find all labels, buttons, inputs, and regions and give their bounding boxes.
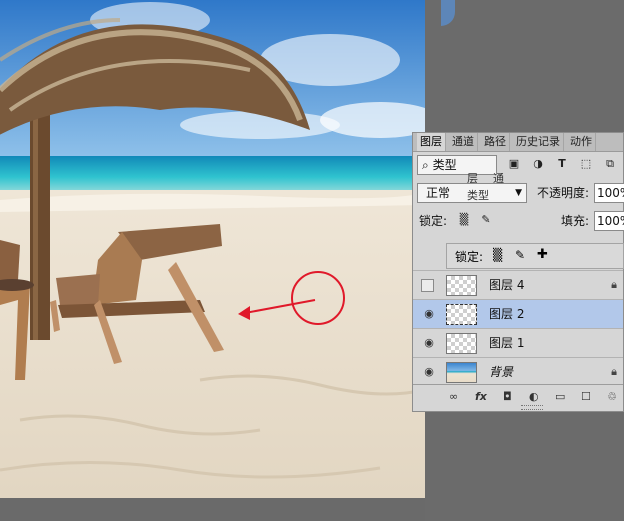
move-icon: ✚ bbox=[537, 247, 548, 262]
layer-row-1[interactable]: ◉ 图层 1 bbox=[413, 328, 623, 357]
panel-tabs: 图层 通道 路径 历史记录 动作 bbox=[413, 133, 623, 152]
lock-label: 锁定: bbox=[419, 214, 448, 228]
tab-channels[interactable]: 通道 bbox=[449, 133, 478, 151]
visibility-toggle-off[interactable] bbox=[421, 279, 434, 292]
fx-icon[interactable]: fx bbox=[475, 390, 487, 404]
opacity-input[interactable]: 100% bbox=[594, 183, 624, 203]
new-layer-icon[interactable]: ☐ bbox=[581, 390, 591, 404]
shape-filter-icon[interactable]: ⬚ bbox=[579, 157, 593, 171]
panel-resize-grip[interactable] bbox=[521, 405, 543, 410]
link-icon[interactable]: ∞ bbox=[449, 390, 458, 404]
tab-history[interactable]: 历史记录 bbox=[513, 133, 564, 151]
trash-icon[interactable]: ♲ bbox=[607, 390, 617, 404]
mask-icon[interactable]: ◘ bbox=[503, 390, 512, 404]
image-filter-icon[interactable]: ▣ bbox=[507, 157, 521, 171]
adjustment-filter-icon[interactable]: ◑ bbox=[531, 157, 545, 171]
layers-panel: 图层 通道 路径 历史记录 动作 ⌕ 类型 ▣ ◑ T ⬚ ⧉ 层 通 正常 ▼… bbox=[412, 132, 624, 412]
layer-name: 图层 2 bbox=[489, 307, 525, 321]
filter-type-select[interactable]: ⌕ 类型 bbox=[417, 155, 497, 175]
layer-row-2[interactable]: ◉ 图层 2 bbox=[413, 299, 623, 328]
opacity-label: 不透明度: bbox=[537, 186, 590, 200]
layer-thumbnail bbox=[446, 304, 477, 325]
panel-footer: ∞ fx ◘ ◐ ▭ ☐ ♲ bbox=[413, 384, 623, 411]
beach-photo bbox=[0, 0, 425, 498]
eye-icon[interactable]: ◉ bbox=[421, 307, 437, 321]
tab-layers[interactable]: 图层 bbox=[417, 133, 446, 151]
layer-name: 图层 1 bbox=[489, 336, 525, 350]
lock-transparent-icon: ▒ bbox=[493, 248, 503, 262]
document-canvas[interactable] bbox=[0, 0, 425, 498]
eye-icon[interactable]: ◉ bbox=[421, 336, 437, 350]
tab-paths[interactable]: 路径 bbox=[481, 133, 510, 151]
blend-mode-value: 正常 bbox=[426, 186, 451, 200]
filter-type-label: 类型 bbox=[432, 158, 457, 172]
lock-transparent-icon[interactable]: ▒ bbox=[457, 213, 471, 227]
ghost-type-label: 类型 bbox=[467, 189, 489, 202]
folder-icon[interactable]: ▭ bbox=[555, 390, 565, 404]
search-icon: ⌕ bbox=[422, 158, 429, 172]
fill-input[interactable]: 100% bbox=[594, 211, 624, 231]
floating-lock-label: 锁定: bbox=[455, 250, 484, 264]
text-filter-icon[interactable]: T bbox=[555, 157, 569, 171]
lock-icon: 🔒︎ bbox=[611, 365, 617, 378]
layer-thumbnail bbox=[446, 275, 477, 296]
tab-actions[interactable]: 动作 bbox=[567, 133, 596, 151]
layer-name: 背景 bbox=[489, 365, 514, 379]
adjustment-layer-icon[interactable]: ◐ bbox=[529, 390, 539, 404]
floating-lock-row: 锁定: ▒ ✎ ✚ bbox=[446, 243, 624, 269]
eye-icon[interactable]: ◉ bbox=[421, 365, 437, 379]
chevron-down-icon: ▼ bbox=[515, 188, 522, 198]
fill-label: 填充: bbox=[561, 214, 590, 228]
brush-icon[interactable]: ✎ bbox=[479, 213, 493, 227]
layer-thumbnail bbox=[446, 333, 477, 354]
layer-thumbnail bbox=[446, 362, 477, 383]
smart-object-filter-icon[interactable]: ⧉ bbox=[603, 157, 617, 171]
layer-row-4[interactable]: 图层 4 🔒︎ bbox=[413, 270, 623, 299]
lock-icon: 🔒︎ bbox=[611, 278, 617, 291]
layer-name: 图层 4 bbox=[489, 278, 525, 292]
brush-icon: ✎ bbox=[515, 248, 526, 262]
layer-row-background[interactable]: ◉ 背景 🔒︎ bbox=[413, 357, 623, 386]
